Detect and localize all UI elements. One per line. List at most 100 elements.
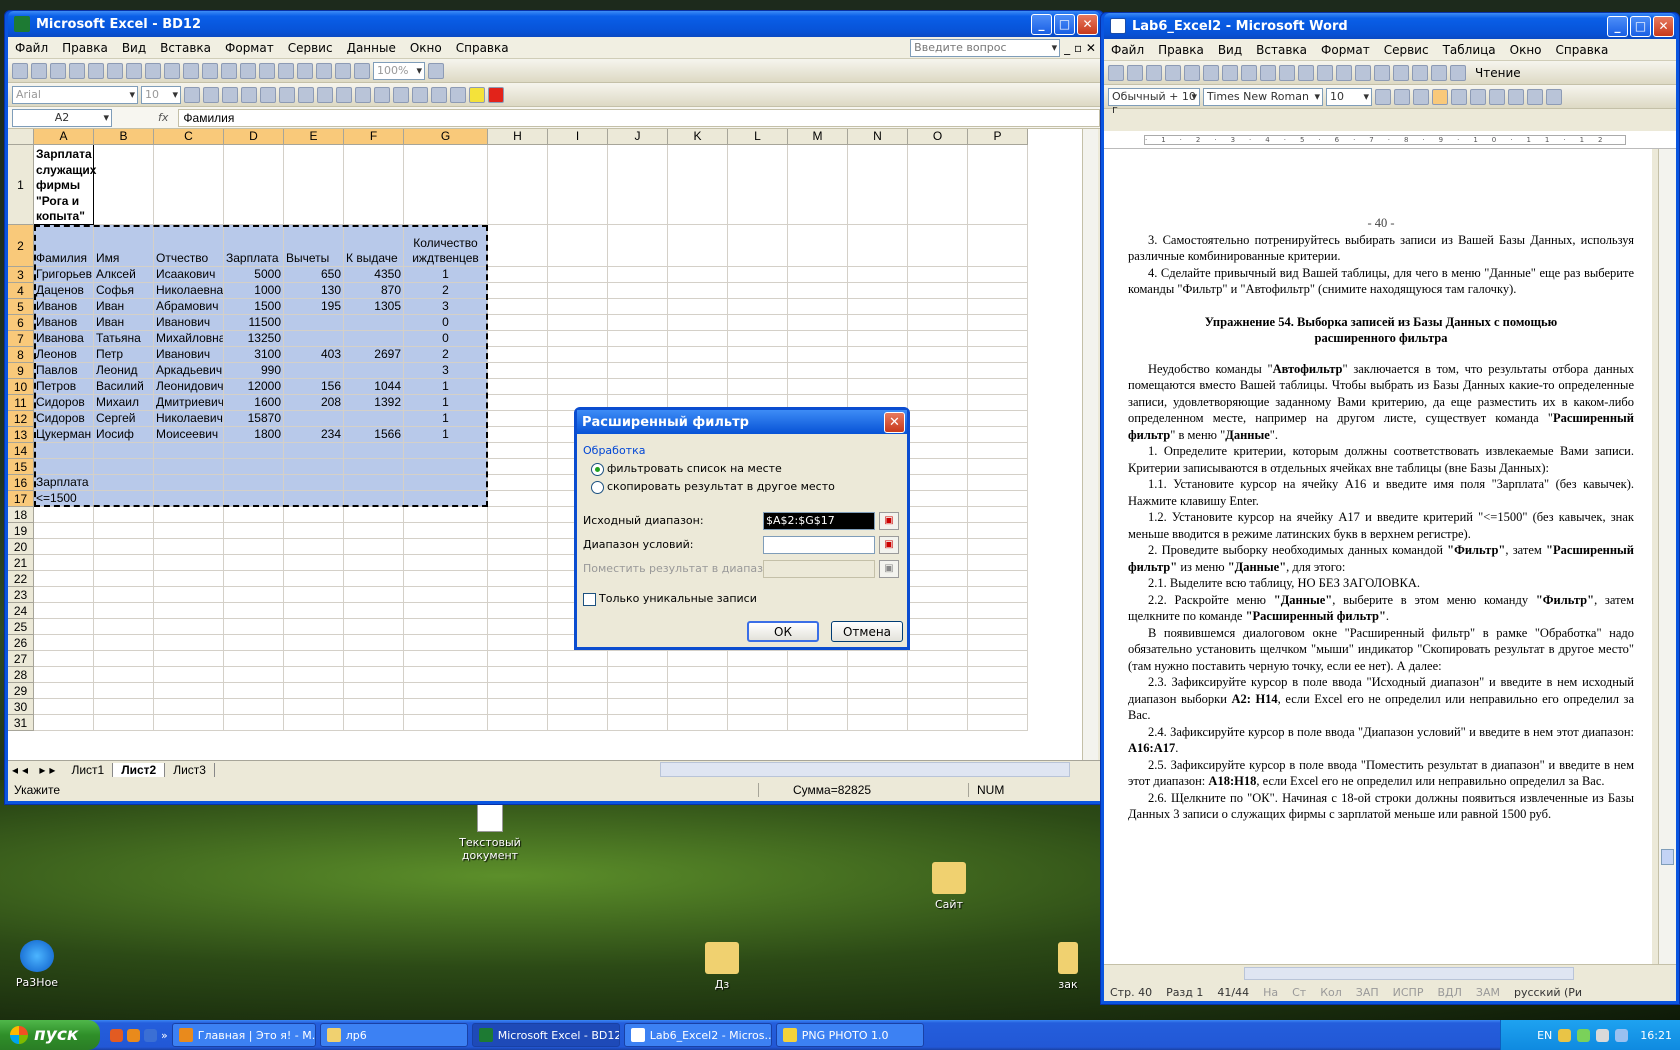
row-header[interactable]: 16 (8, 475, 34, 491)
font-size-select[interactable]: 10 (141, 85, 181, 104)
cell[interactable]: Василий (94, 379, 154, 395)
desktop-icon-raznoe[interactable]: Ра3Ное (0, 940, 82, 989)
cell[interactable] (488, 347, 548, 363)
cell[interactable] (94, 555, 154, 571)
cell[interactable] (848, 715, 908, 731)
cell[interactable]: 870 (344, 283, 404, 299)
column-header[interactable]: J (608, 129, 668, 145)
cell[interactable] (848, 299, 908, 315)
cell[interactable] (34, 619, 94, 635)
print-icon[interactable] (1203, 64, 1219, 81)
volume-icon[interactable] (1615, 1028, 1629, 1042)
menu-view[interactable]: Вид (115, 41, 153, 55)
cell[interactable] (488, 715, 548, 731)
cell[interactable] (344, 699, 404, 715)
cell[interactable] (908, 651, 968, 667)
ie-icon[interactable] (144, 1028, 157, 1042)
cell[interactable] (284, 145, 344, 225)
cell[interactable]: Софья (94, 283, 154, 299)
cell[interactable] (94, 651, 154, 667)
cell[interactable]: 2 (404, 347, 488, 363)
cell[interactable]: Вычеты (284, 225, 344, 267)
cell[interactable] (968, 459, 1028, 475)
sort-desc-icon[interactable] (316, 62, 332, 79)
column-header[interactable]: N (848, 129, 908, 145)
tray-icon[interactable] (1596, 1028, 1610, 1042)
row-header[interactable]: 22 (8, 571, 34, 587)
cell[interactable] (284, 619, 344, 635)
row-header[interactable]: 18 (8, 507, 34, 523)
cell[interactable]: 1 (404, 411, 488, 427)
cell[interactable] (34, 667, 94, 683)
cell[interactable] (344, 603, 404, 619)
email-icon[interactable] (1184, 64, 1200, 81)
cell[interactable] (488, 225, 548, 267)
cell[interactable] (154, 619, 224, 635)
row-header[interactable]: 13 (8, 427, 34, 443)
menu-format[interactable]: Формат (218, 41, 281, 55)
status-ext[interactable]: ВДЛ (1437, 986, 1461, 999)
cell[interactable] (848, 315, 908, 331)
row-header[interactable]: 7 (8, 331, 34, 347)
cell[interactable] (548, 299, 608, 315)
cell[interactable] (968, 587, 1028, 603)
cell[interactable] (968, 635, 1028, 651)
unique-records-checkbox[interactable]: Только уникальные записи (583, 592, 757, 606)
menu-edit[interactable]: Правка (55, 41, 115, 55)
column-header[interactable]: L (728, 129, 788, 145)
cell[interactable] (908, 395, 968, 411)
dialog-close-button[interactable]: ✕ (884, 411, 905, 433)
cell[interactable] (224, 651, 284, 667)
cell[interactable] (848, 145, 908, 225)
cell[interactable] (224, 635, 284, 651)
cell[interactable]: 403 (284, 347, 344, 363)
cell[interactable] (668, 225, 728, 267)
spelling-icon[interactable] (126, 62, 142, 79)
cell[interactable] (668, 145, 728, 225)
row-header[interactable]: 28 (8, 667, 34, 683)
task-folder[interactable]: лр6 (319, 1023, 468, 1047)
cell[interactable] (668, 699, 728, 715)
reading-mode-button[interactable]: Чтение (1475, 66, 1521, 80)
cell[interactable] (344, 587, 404, 603)
cell[interactable] (488, 523, 548, 539)
cell[interactable] (728, 379, 788, 395)
column-header[interactable]: K (668, 129, 728, 145)
cell[interactable] (94, 523, 154, 539)
align-right-icon[interactable] (279, 86, 295, 103)
column-header[interactable]: H (488, 129, 548, 145)
cell[interactable] (608, 315, 668, 331)
cell[interactable]: Леонид (94, 363, 154, 379)
cell[interactable] (154, 491, 224, 507)
select-all-corner[interactable] (8, 129, 34, 145)
cell[interactable] (94, 491, 154, 507)
cell[interactable] (908, 571, 968, 587)
menu-view[interactable]: Вид (1211, 43, 1249, 57)
cut-icon[interactable] (1279, 64, 1295, 81)
cell[interactable] (908, 523, 968, 539)
cell[interactable] (344, 539, 404, 555)
desktop-icon-site[interactable]: Сайт (904, 862, 994, 911)
cell[interactable] (94, 603, 154, 619)
undo-icon[interactable] (221, 62, 237, 79)
cell[interactable] (154, 683, 224, 699)
cell[interactable]: 1000 (224, 283, 284, 299)
cell[interactable] (788, 667, 848, 683)
cell[interactable]: Дмитриевич (154, 395, 224, 411)
cell[interactable] (548, 347, 608, 363)
cell[interactable] (548, 379, 608, 395)
row-header[interactable]: 15 (8, 459, 34, 475)
menu-table[interactable]: Таблица (1436, 43, 1503, 57)
permission-icon[interactable] (69, 62, 85, 79)
cell[interactable] (94, 587, 154, 603)
cell[interactable] (668, 379, 728, 395)
cell[interactable]: <=1500 (34, 491, 94, 507)
column-header[interactable]: B (94, 129, 154, 145)
column-header[interactable]: F (344, 129, 404, 145)
cell[interactable] (848, 683, 908, 699)
cell[interactable]: Зарплата (224, 225, 284, 267)
menu-help[interactable]: Справка (449, 41, 516, 55)
cell[interactable] (908, 315, 968, 331)
row-header[interactable]: 5 (8, 299, 34, 315)
cell[interactable] (908, 459, 968, 475)
